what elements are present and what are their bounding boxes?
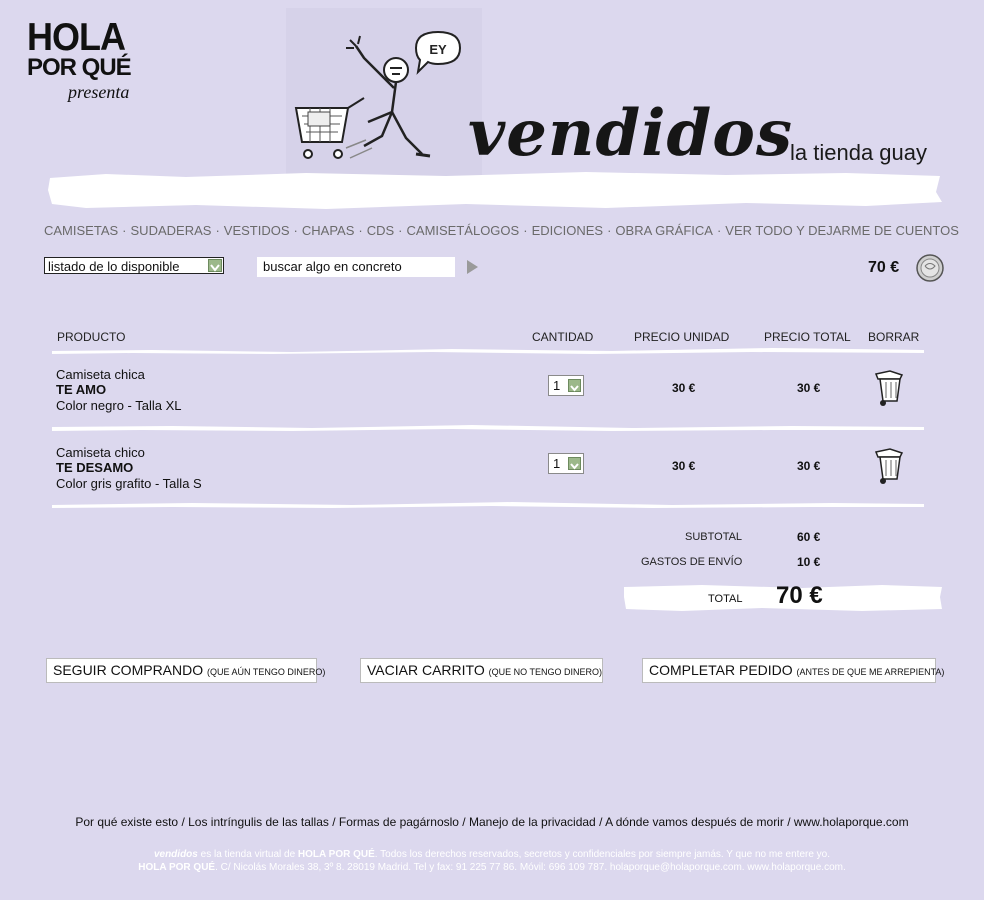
cart-total: 70 € (868, 259, 900, 276)
header-product: PRODUCTO (57, 330, 126, 344)
category-nav: CAMISETAS · SUDADERAS · VESTIDOS · CHAPAS · CDS ·… (44, 223, 959, 238)
nav-separator: · (523, 223, 528, 238)
total-label: TOTAL (708, 593, 743, 605)
product-variant: Color gris grafito - Talla S (56, 476, 202, 491)
search-input[interactable]: buscar algo en concreto (257, 257, 455, 277)
footer-link[interactable]: Formas de pagárnoslo (339, 815, 459, 829)
product-name: Camiseta chico (56, 445, 145, 460)
footer-link[interactable]: Manejo de la privacidad (469, 815, 596, 829)
product-name: Camiseta chica (56, 367, 145, 382)
nav-separator: · (215, 223, 220, 238)
divider (52, 502, 924, 508)
logo-presenta: presenta (68, 82, 130, 102)
legal-company: HOLA POR QUÉ (297, 849, 375, 860)
checkout-button[interactable]: COMPLETAR PEDIDO (ANTES DE QUE ME ARREPI… (642, 658, 944, 683)
unit-price: 30 € (672, 459, 696, 473)
quantity-value: 1 (553, 456, 561, 471)
footer-link[interactable]: Los intríngulis de las tallas (188, 815, 329, 829)
chevron-down-icon[interactable] (568, 457, 581, 470)
legal-brand: vendidos (153, 849, 198, 860)
speech-text: EY (429, 42, 447, 57)
legal-text: . Todos los derechos reservados, secreto… (374, 849, 831, 860)
continue-note: (QUE AÚN TENGO DINERO) (207, 667, 326, 677)
nav-ver-todo[interactable]: VER TODO Y DEJARME DE CUENTOS (725, 223, 959, 238)
quantity-select[interactable]: 1 (548, 453, 584, 474)
brand-subtitle: la tienda guay (790, 140, 927, 165)
header-delete: BORRAR (868, 330, 920, 344)
nav-chapas[interactable]: CHAPAS (302, 223, 355, 238)
trash-icon[interactable] (872, 446, 908, 486)
nav-separator: · (122, 223, 127, 238)
nav-obra-grafica[interactable]: OBRA GRÁFICA (615, 223, 713, 238)
footer-legal: vendidos es la tienda virtual de HOLA PO… (0, 848, 984, 874)
header-total-price: PRECIO TOTAL (764, 330, 851, 344)
quantity-select[interactable]: 1 (548, 375, 584, 396)
trash-icon[interactable] (872, 368, 908, 408)
nav-sudaderas[interactable]: SUDADERAS (131, 223, 212, 238)
footer-link[interactable]: www.holaporque.com (794, 815, 909, 829)
subtotal-value: 60 € (797, 530, 821, 544)
shipping-label: GASTOS DE ENVÍO (641, 556, 743, 568)
search-go-arrow-icon[interactable] (467, 260, 478, 274)
empty-cart-button[interactable]: VACIAR CARRITO (QUE NO TENGO DINERO) (360, 658, 603, 683)
footer-link[interactable]: A dónde vamos después de morir (605, 815, 784, 829)
logo-hola[interactable]: HOLA (27, 17, 126, 56)
header-quantity: CANTIDAD (532, 330, 594, 344)
nav-separator: · (607, 223, 612, 238)
checkout-main: COMPLETAR PEDIDO (649, 662, 793, 678)
legal-text: es la tienda virtual de (197, 849, 298, 860)
nav-separator: · (293, 223, 298, 238)
header-unit-price: PRECIO UNIDAD (634, 330, 730, 344)
product-design: TE DESAMO (56, 460, 134, 475)
subtotal-label: SUBTOTAL (685, 531, 743, 543)
total-value: 70 € (776, 582, 823, 609)
empty-note: (QUE NO TENGO DINERO) (488, 667, 602, 677)
nav-cds[interactable]: CDS (367, 223, 394, 238)
nav-camisetalogos[interactable]: CAMISETÁLOGOS (407, 223, 520, 238)
continue-shopping-button[interactable]: SEGUIR COMPRANDO (QUE AÚN TENGO DINERO) (46, 658, 325, 683)
nav-vestidos[interactable]: VESTIDOS (224, 223, 290, 238)
legal-contact: . C/ Nicolás Morales 38, 3º 8. 28019 Mad… (215, 862, 846, 873)
legal-company: HOLA POR QUÉ (138, 862, 216, 873)
category-select-value: listado de lo disponible (48, 259, 180, 274)
unit-price: 30 € (672, 381, 696, 395)
shopping-cart-illustration: EY (286, 8, 482, 180)
footer-link[interactable]: Por qué existe esto (75, 815, 178, 829)
footer-links: Por qué existe esto / Los intríngulis de… (75, 815, 909, 829)
line-total: 30 € (797, 459, 821, 473)
nav-separator: · (358, 223, 363, 238)
product-design: TE AMO (56, 382, 107, 397)
nav-separator: · (716, 223, 722, 238)
logo-porque[interactable]: POR QUÉ (27, 54, 132, 82)
nav-camisetas[interactable]: CAMISETAS (44, 223, 118, 238)
line-total: 30 € (797, 381, 821, 395)
divider (52, 425, 924, 431)
continue-main: SEGUIR COMPRANDO (53, 662, 204, 678)
quantity-value: 1 (553, 378, 561, 393)
coin-icon[interactable] (916, 254, 944, 282)
divider (52, 348, 924, 354)
shipping-value: 10 € (797, 555, 821, 569)
nav-separator: · (398, 223, 403, 238)
paper-strip-decoration (48, 172, 942, 209)
category-select[interactable]: listado de lo disponible (44, 257, 224, 274)
checkout-note: (ANTES DE QUE ME ARREPIENTA) (796, 667, 945, 677)
brand-title: vendidos (468, 96, 793, 171)
nav-ediciones[interactable]: EDICIONES (532, 223, 604, 238)
product-variant: Color negro - Talla XL (56, 398, 182, 413)
empty-main: VACIAR CARRITO (367, 662, 485, 678)
chevron-down-icon[interactable] (208, 259, 222, 272)
chevron-down-icon[interactable] (568, 379, 581, 392)
